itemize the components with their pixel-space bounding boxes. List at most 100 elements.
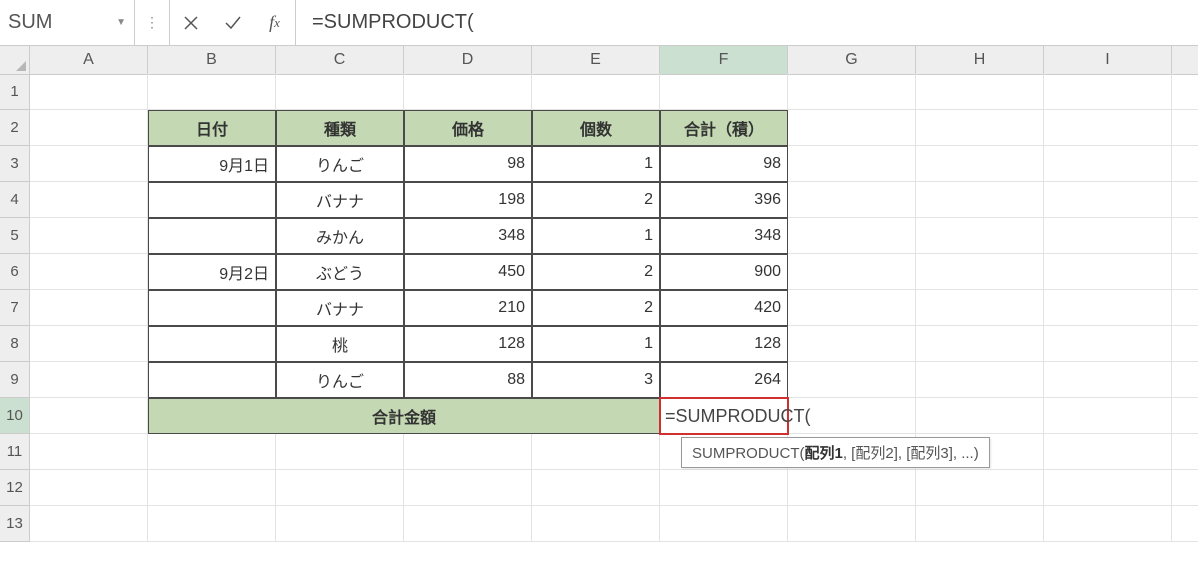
cell-D12[interactable] xyxy=(404,470,532,506)
table-cell[interactable] xyxy=(148,182,276,218)
cell-F1[interactable] xyxy=(660,74,788,110)
row-header-11[interactable]: 11 xyxy=(0,434,30,470)
cell-F12[interactable] xyxy=(660,470,788,506)
cell-C11[interactable] xyxy=(276,434,404,470)
cell-J1[interactable] xyxy=(1172,74,1198,110)
col-header-I[interactable]: I xyxy=(1044,46,1172,75)
cell-I4[interactable] xyxy=(1044,182,1172,218)
cell-D1[interactable] xyxy=(404,74,532,110)
cell-G5[interactable] xyxy=(788,218,916,254)
cell-A11[interactable] xyxy=(30,434,148,470)
row-header-1[interactable]: 1 xyxy=(0,74,30,110)
table-cell[interactable]: りんご xyxy=(276,146,404,182)
table-cell[interactable]: 348 xyxy=(660,218,788,254)
row-header-9[interactable]: 9 xyxy=(0,362,30,398)
row-header-4[interactable]: 4 xyxy=(0,182,30,218)
formula-input[interactable] xyxy=(296,0,1198,45)
cell-J6[interactable] xyxy=(1172,254,1198,290)
table-cell[interactable]: 3 xyxy=(532,362,660,398)
cell-A7[interactable] xyxy=(30,290,148,326)
cell-H8[interactable] xyxy=(916,326,1044,362)
cell-G6[interactable] xyxy=(788,254,916,290)
table-cell[interactable]: 98 xyxy=(660,146,788,182)
row-header-8[interactable]: 8 xyxy=(0,326,30,362)
row-header-2[interactable]: 2 xyxy=(0,110,30,146)
cell-J13[interactable] xyxy=(1172,506,1198,542)
cell-A10[interactable] xyxy=(30,398,148,434)
table-cell[interactable]: 900 xyxy=(660,254,788,290)
cell-H7[interactable] xyxy=(916,290,1044,326)
cell-B13[interactable] xyxy=(148,506,276,542)
cell-J8[interactable] xyxy=(1172,326,1198,362)
cell-C12[interactable] xyxy=(276,470,404,506)
cell-H6[interactable] xyxy=(916,254,1044,290)
cell-G13[interactable] xyxy=(788,506,916,542)
cell-C1[interactable] xyxy=(276,74,404,110)
table-cell[interactable]: 2 xyxy=(532,290,660,326)
cell-G7[interactable] xyxy=(788,290,916,326)
cancel-button[interactable] xyxy=(170,0,212,45)
cell-I12[interactable] xyxy=(1044,470,1172,506)
row-header-5[interactable]: 5 xyxy=(0,218,30,254)
table-cell[interactable]: みかん xyxy=(276,218,404,254)
cell-A8[interactable] xyxy=(30,326,148,362)
row-header-12[interactable]: 12 xyxy=(0,470,30,506)
cell-A9[interactable] xyxy=(30,362,148,398)
col-header-A[interactable]: A xyxy=(30,46,148,75)
table-cell[interactable]: 210 xyxy=(404,290,532,326)
row-header-7[interactable]: 7 xyxy=(0,290,30,326)
cell-G9[interactable] xyxy=(788,362,916,398)
row-header-13[interactable]: 13 xyxy=(0,506,30,542)
cell-H1[interactable] xyxy=(916,74,1044,110)
cell-J3[interactable] xyxy=(1172,146,1198,182)
cell-J10[interactable] xyxy=(1172,398,1198,434)
table-cell[interactable]: 2 xyxy=(532,254,660,290)
cell-E11[interactable] xyxy=(532,434,660,470)
cell-A13[interactable] xyxy=(30,506,148,542)
cell-J9[interactable] xyxy=(1172,362,1198,398)
cell-H5[interactable] xyxy=(916,218,1044,254)
cell-I13[interactable] xyxy=(1044,506,1172,542)
cell-I8[interactable] xyxy=(1044,326,1172,362)
cell-A6[interactable] xyxy=(30,254,148,290)
cell-E12[interactable] xyxy=(532,470,660,506)
cell-J7[interactable] xyxy=(1172,290,1198,326)
table-cell[interactable]: 396 xyxy=(660,182,788,218)
cell-H2[interactable] xyxy=(916,110,1044,146)
cell-F13[interactable] xyxy=(660,506,788,542)
col-header-H[interactable]: H xyxy=(916,46,1044,75)
cell-G1[interactable] xyxy=(788,74,916,110)
table-cell[interactable]: 420 xyxy=(660,290,788,326)
table-header[interactable]: 種類 xyxy=(276,110,404,146)
cell-H10[interactable] xyxy=(916,398,1044,434)
cell-H9[interactable] xyxy=(916,362,1044,398)
editing-cell[interactable]: =SUMPRODUCT(SUMPRODUCT(配列1, [配列2], [配列3]… xyxy=(659,397,789,435)
cell-G2[interactable] xyxy=(788,110,916,146)
cell-G4[interactable] xyxy=(788,182,916,218)
cell-H13[interactable] xyxy=(916,506,1044,542)
cell-D13[interactable] xyxy=(404,506,532,542)
chevron-down-icon[interactable]: ▼ xyxy=(110,17,126,28)
table-cell[interactable]: バナナ xyxy=(276,182,404,218)
table-cell[interactable] xyxy=(148,290,276,326)
table-cell[interactable]: 128 xyxy=(660,326,788,362)
table-cell[interactable]: 2 xyxy=(532,182,660,218)
table-cell[interactable]: 1 xyxy=(532,146,660,182)
table-cell[interactable] xyxy=(148,326,276,362)
cell-J2[interactable] xyxy=(1172,110,1198,146)
cell-A4[interactable] xyxy=(30,182,148,218)
table-cell[interactable]: 桃 xyxy=(276,326,404,362)
table-cell[interactable]: 88 xyxy=(404,362,532,398)
enter-button[interactable] xyxy=(212,0,254,45)
col-header-F[interactable]: F xyxy=(660,46,788,75)
table-cell[interactable] xyxy=(148,362,276,398)
row-header-3[interactable]: 3 xyxy=(0,146,30,182)
table-footer-label[interactable]: 合計金額 xyxy=(148,398,660,434)
cell-B1[interactable] xyxy=(148,74,276,110)
table-cell[interactable]: 9月1日 xyxy=(148,146,276,182)
table-cell[interactable]: りんご xyxy=(276,362,404,398)
table-cell[interactable]: 98 xyxy=(404,146,532,182)
row-header-10[interactable]: 10 xyxy=(0,398,30,434)
cell-A1[interactable] xyxy=(30,74,148,110)
table-cell[interactable]: 1 xyxy=(532,326,660,362)
